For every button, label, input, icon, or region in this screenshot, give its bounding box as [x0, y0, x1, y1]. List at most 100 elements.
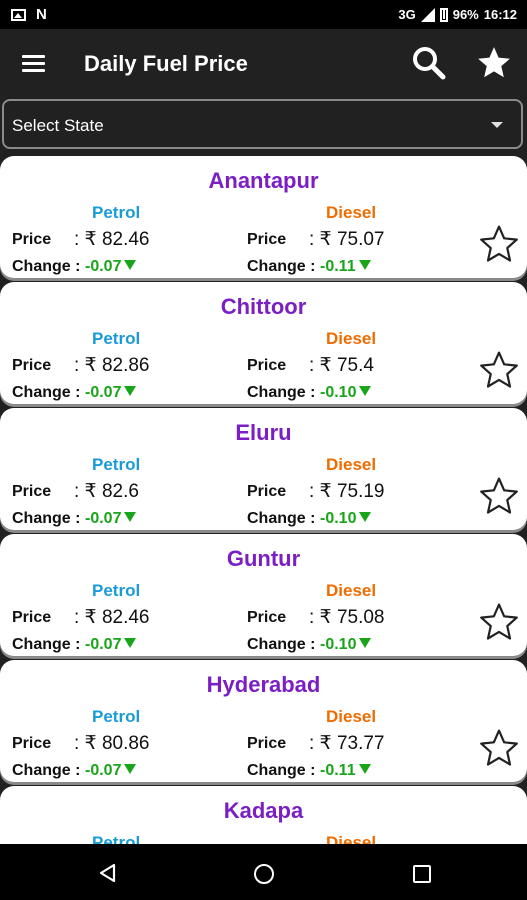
diesel-change-label: Change : [247, 762, 316, 779]
diesel-header: Diesel [326, 707, 377, 726]
down-triangle-icon [124, 638, 137, 648]
diesel-price-value: : ₹ 75.07 [309, 229, 385, 250]
diesel-price-label: Price [247, 231, 287, 248]
city-card[interactable]: Kadapa Petrol Diesel [0, 786, 527, 844]
petrol-change-value: -0.07 [85, 384, 137, 402]
city-card[interactable]: Anantapur Petrol Diesel Price : ₹ 82.46 … [0, 156, 527, 278]
down-triangle-icon [124, 764, 137, 774]
dropdown-arrow-icon [491, 122, 503, 128]
petrol-header: Petrol [92, 203, 141, 222]
petrol-price-value: : ₹ 82.86 [74, 355, 150, 376]
petrol-price-label: Price [12, 357, 52, 374]
petrol-header: Petrol [92, 329, 141, 348]
petrol-price-value: : ₹ 80.86 [74, 733, 150, 754]
clock: 16:12 [483, 7, 517, 22]
home-icon[interactable] [254, 864, 274, 884]
diesel-change-value: -0.10 [320, 384, 372, 402]
city-name: Eluru [235, 420, 292, 445]
petrol-header: Petrol [92, 455, 141, 474]
diesel-price-label: Price [247, 609, 287, 626]
petrol-change-label: Change : [12, 510, 81, 527]
petrol-change-label: Change : [12, 384, 81, 401]
recent-apps-icon[interactable] [413, 865, 431, 883]
petrol-header: Petrol [92, 833, 141, 844]
diesel-change-label: Change : [247, 636, 316, 653]
city-card[interactable]: Chittoor Petrol Diesel Price : ₹ 82.86 C… [0, 282, 527, 404]
diesel-header: Diesel [326, 581, 377, 600]
petrol-price-label: Price [12, 735, 52, 752]
down-triangle-icon [124, 512, 137, 522]
back-icon[interactable] [98, 863, 118, 883]
down-triangle-icon [358, 764, 371, 774]
signal-icon [420, 7, 435, 22]
system-nav-bar [0, 844, 527, 900]
petrol-price-value: : ₹ 82.46 [74, 229, 150, 250]
battery-icon [439, 7, 448, 22]
battery-level: 96% [452, 7, 479, 22]
diesel-header: Diesel [326, 329, 377, 348]
diesel-header: Diesel [326, 203, 377, 222]
down-triangle-icon [359, 386, 372, 396]
diesel-change-value: -0.11 [320, 258, 371, 276]
star-outline-icon[interactable] [477, 474, 521, 518]
diesel-price-label: Price [247, 483, 287, 500]
diesel-price-label: Price [247, 357, 287, 374]
petrol-price-value: : ₹ 82.6 [74, 481, 139, 502]
app-bar: Daily Fuel Price [0, 29, 527, 98]
petrol-change-label: Change : [12, 636, 81, 653]
diesel-price-value: : ₹ 73.77 [309, 733, 385, 754]
down-triangle-icon [358, 260, 371, 270]
down-triangle-icon [359, 638, 372, 648]
petrol-change-value: -0.07 [85, 258, 137, 276]
city-card[interactable]: Guntur Petrol Diesel Price : ₹ 82.46 Cha… [0, 534, 527, 656]
petrol-price-label: Price [12, 231, 52, 248]
image-notification-icon [11, 8, 26, 21]
city-name: Guntur [226, 546, 301, 571]
diesel-change-value: -0.10 [320, 636, 372, 654]
diesel-header: Diesel [326, 833, 377, 844]
city-card[interactable]: Hyderabad Petrol Diesel Price : ₹ 80.86 … [0, 660, 527, 782]
city-name: Anantapur [208, 168, 319, 193]
petrol-price-label: Price [12, 483, 52, 500]
petrol-price-value: : ₹ 82.46 [74, 607, 150, 628]
petrol-price-label: Price [12, 609, 52, 626]
diesel-change-value: -0.11 [320, 762, 371, 780]
petrol-header: Petrol [92, 707, 141, 726]
diesel-header: Diesel [326, 455, 377, 474]
state-select[interactable]: Select State [2, 99, 523, 149]
star-outline-icon[interactable] [477, 726, 521, 770]
diesel-change-label: Change : [247, 510, 316, 527]
petrol-change-value: -0.07 [85, 510, 137, 528]
city-name: Kadapa [223, 798, 304, 823]
down-triangle-icon [124, 260, 137, 270]
petrol-change-value: -0.07 [85, 636, 137, 654]
page-title: Daily Fuel Price [84, 51, 248, 76]
diesel-change-value: -0.10 [320, 510, 372, 528]
star-outline-icon[interactable] [477, 348, 521, 392]
city-price-list[interactable]: Anantapur Petrol Diesel Price : ₹ 82.46 … [0, 156, 527, 844]
star-icon[interactable] [475, 44, 513, 82]
city-card[interactable]: Eluru Petrol Diesel Price : ₹ 82.6 Chang… [0, 408, 527, 530]
search-icon[interactable] [411, 45, 447, 81]
diesel-change-label: Change : [247, 258, 316, 275]
petrol-change-label: Change : [12, 258, 81, 275]
down-triangle-icon [359, 512, 372, 522]
hamburger-menu-icon[interactable] [22, 55, 45, 72]
city-name: Chittoor [220, 294, 307, 319]
petrol-change-label: Change : [12, 762, 81, 779]
star-outline-icon[interactable] [477, 222, 521, 266]
n-notification-icon: N [36, 6, 47, 23]
diesel-price-value: : ₹ 75.08 [309, 607, 385, 628]
diesel-change-label: Change : [247, 384, 316, 401]
city-name: Hyderabad [206, 672, 321, 697]
diesel-price-value: : ₹ 75.4 [309, 355, 374, 376]
diesel-price-value: : ₹ 75.19 [309, 481, 385, 502]
down-triangle-icon [124, 386, 137, 396]
network-type: 3G [398, 7, 416, 22]
status-bar: N 3G 96% 16:12 [0, 0, 527, 29]
petrol-header: Petrol [92, 581, 141, 600]
star-outline-icon[interactable] [477, 600, 521, 644]
state-select-value: Select State [12, 116, 104, 135]
diesel-price-label: Price [247, 735, 287, 752]
petrol-change-value: -0.07 [85, 762, 137, 780]
